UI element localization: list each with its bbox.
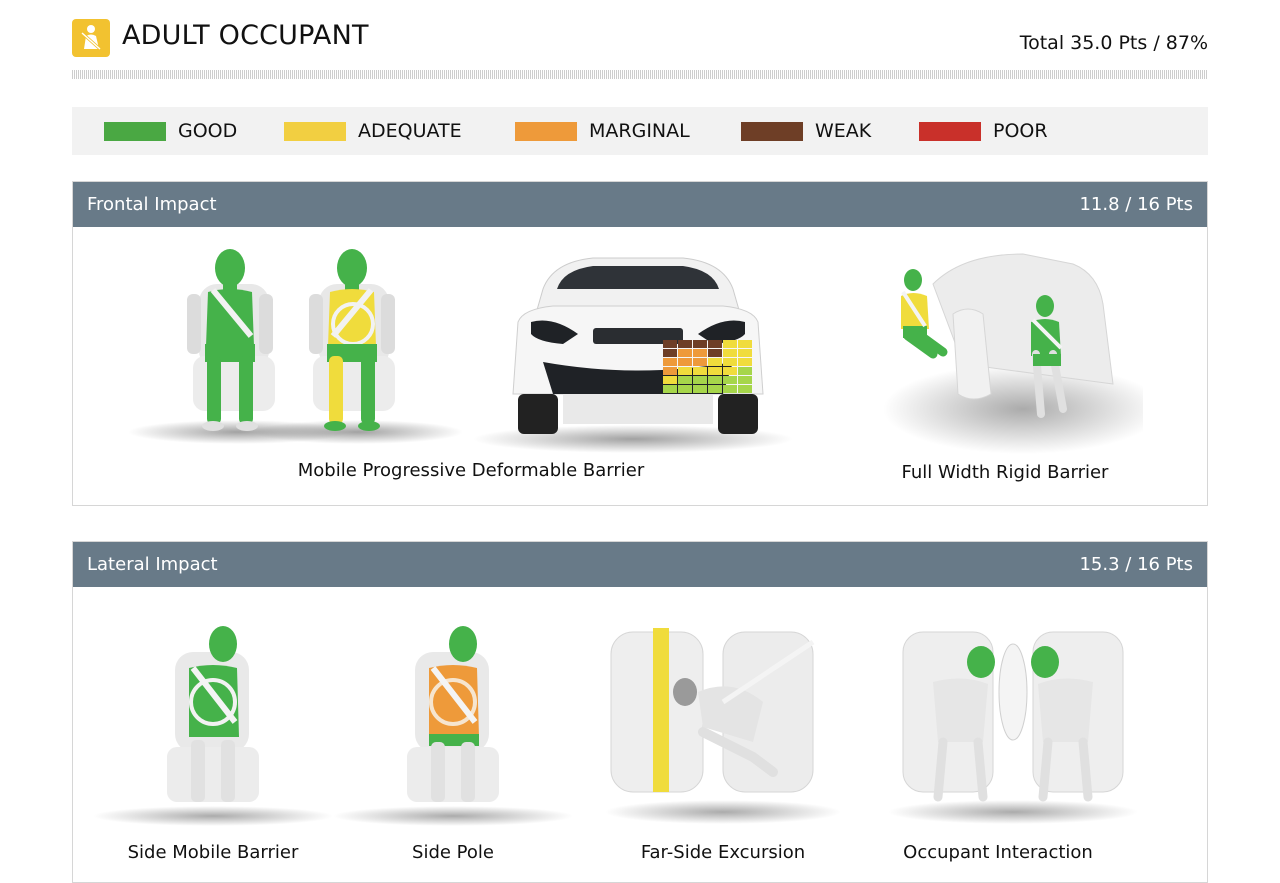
panel-header: Frontal Impact 11.8 / 16 Pts (73, 182, 1207, 227)
test-label-side-pole: Side Pole (412, 842, 494, 863)
grid-cell (678, 358, 692, 366)
panel-title: Frontal Impact (87, 194, 217, 215)
mpdb-test-illustration (128, 249, 793, 453)
seatbelt-occupant-icon (72, 19, 110, 57)
grid-cell (678, 367, 692, 375)
grid-cell (678, 340, 692, 348)
test-label-mpdb: Mobile Progressive Deformable Barrier (297, 460, 645, 481)
grid-cell (723, 385, 737, 393)
test-label-fwrb: Full Width Rigid Barrier (901, 462, 1109, 483)
grid-cell (663, 358, 677, 366)
grid-cell (708, 385, 722, 393)
side-pole-illustration (333, 626, 573, 826)
grid-cell (663, 349, 677, 357)
legend-item-poor: POOR (919, 107, 1048, 155)
grid-cell (738, 349, 752, 357)
side-mobile-barrier-illustration (93, 626, 333, 826)
grid-cell (678, 385, 692, 393)
legend-swatch (104, 121, 166, 141)
occupant-interaction-illustration (888, 631, 1138, 824)
legend-label: MARGINAL (589, 120, 690, 142)
grid-cell (693, 385, 707, 393)
legend-label: GOOD (178, 120, 238, 142)
grid-cell (693, 367, 707, 375)
total-score: Total 35.0 Pts / 87% (1019, 32, 1208, 54)
grid-cell (708, 367, 722, 375)
test-label-occupant-interaction: Occupant Interaction (903, 842, 1093, 863)
legend-swatch (741, 121, 803, 141)
grid-cell (678, 349, 692, 357)
legend-label: WEAK (815, 120, 872, 142)
test-label-side-mobile-barrier: Side Mobile Barrier (127, 842, 299, 863)
legend-label: ADEQUATE (358, 120, 462, 142)
legend-item-marginal: MARGINAL (515, 107, 690, 155)
far-side-excursion-illustration (605, 628, 841, 824)
panel-title: Lateral Impact (87, 554, 218, 575)
grid-cell (723, 349, 737, 357)
legend-item-adequate: ADEQUATE (284, 107, 462, 155)
grid-cell (693, 340, 707, 348)
panel-score: 11.8 / 16 Pts (1079, 194, 1193, 215)
grid-cell (663, 340, 677, 348)
grid-cell (693, 349, 707, 357)
grid-cell (738, 358, 752, 366)
grid-cell (708, 376, 722, 384)
legend-item-weak: WEAK (741, 107, 871, 155)
grid-cell (738, 385, 752, 393)
grid-cell (723, 376, 737, 384)
grid-cell (693, 376, 707, 384)
grid-cell (663, 385, 677, 393)
grid-cell (738, 367, 752, 375)
grid-cell (693, 358, 707, 366)
grid-cell (663, 376, 677, 384)
legend-swatch (284, 121, 346, 141)
grid-cell (738, 340, 752, 348)
section-title: ADULT OCCUPANT (122, 20, 369, 51)
grid-cell (708, 340, 722, 348)
legend-swatch (515, 121, 577, 141)
rating-legend: GOOD ADEQUATE MARGINAL WEAK POOR (72, 107, 1208, 155)
panel-score: 15.3 / 16 Pts (1079, 554, 1193, 575)
grid-cell (738, 376, 752, 384)
fwrb-test-illustration (883, 253, 1143, 454)
divider (72, 70, 1208, 79)
panel-header: Lateral Impact 15.3 / 16 Pts (73, 542, 1207, 587)
grid-cell (723, 340, 737, 348)
grid-cell (723, 367, 737, 375)
grid-cell (663, 367, 677, 375)
lateral-impact-panel: Lateral Impact 15.3 / 16 Pts Side Mobile… (72, 541, 1208, 883)
grid-cell (708, 358, 722, 366)
frontal-impact-panel: Frontal Impact 11.8 / 16 Pts Mobile Prog… (72, 181, 1208, 506)
grid-cell (708, 349, 722, 357)
test-label-far-side-excursion: Far-Side Excursion (640, 842, 806, 863)
legend-item-good: GOOD (104, 107, 237, 155)
grid-cell (723, 358, 737, 366)
grid-cell (678, 376, 692, 384)
legend-label: POOR (993, 120, 1048, 142)
legend-swatch (919, 121, 981, 141)
